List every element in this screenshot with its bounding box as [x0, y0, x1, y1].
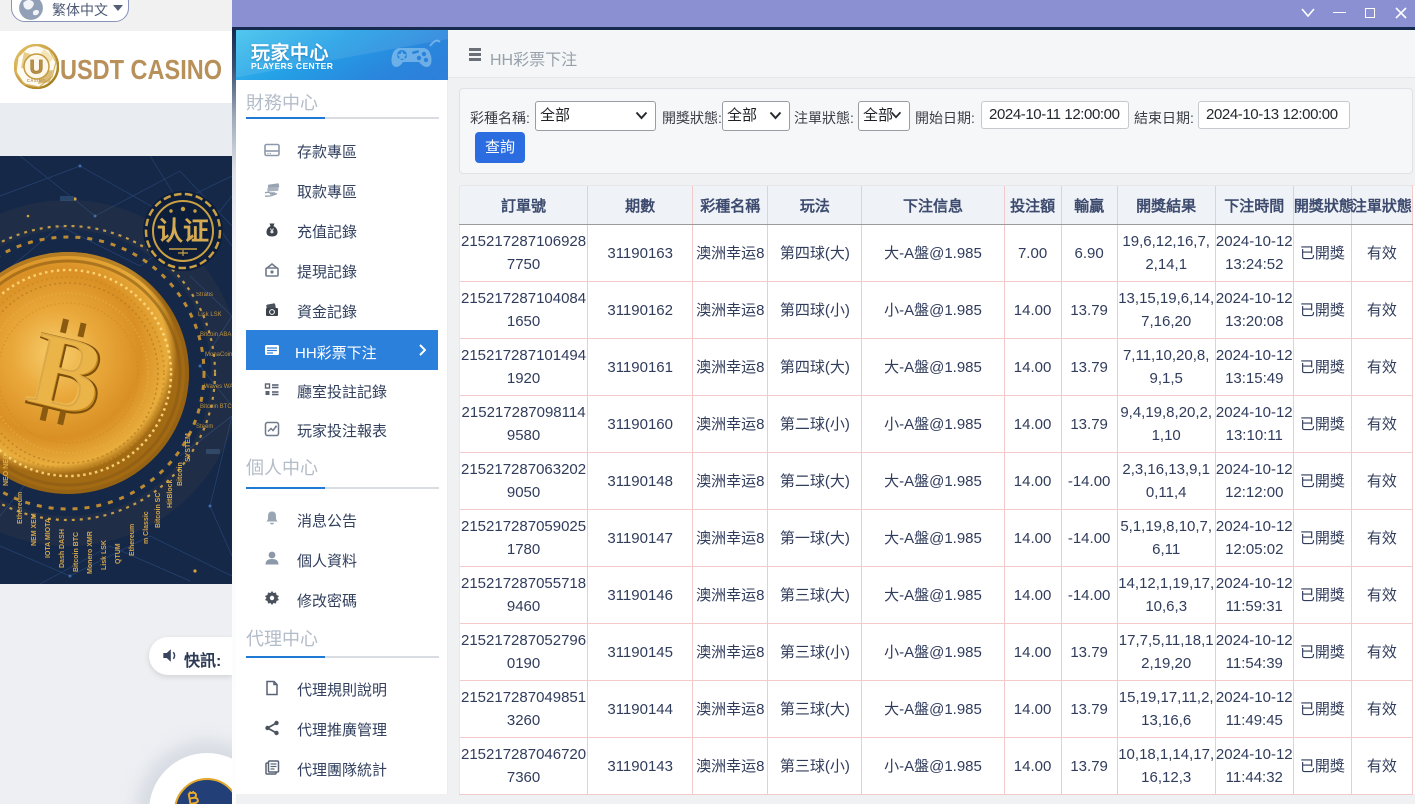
svg-text:MonaCoin: MonaCoin [205, 352, 232, 358]
svg-text:Ethereum: Ethereum [129, 524, 136, 556]
svg-text:Lisk LSK: Lisk LSK [198, 312, 222, 318]
svg-text:Dash DASH: Dash DASH [59, 529, 66, 568]
svg-text:Stratis: Stratis [196, 292, 213, 298]
svg-text:认证: 认证 [157, 216, 209, 246]
svg-text:NEO NEO: NEO NEO [3, 453, 10, 486]
svg-text:Bitcoin SC: Bitcoin SC [155, 493, 162, 528]
svg-text:Bitcoin: Bitcoin [177, 462, 184, 486]
svg-text:Monero XMR: Monero XMR [87, 531, 94, 574]
svg-text:Waves WAVES: Waves WAVES [204, 384, 232, 390]
svg-text:IOTA MIOTA: IOTA MIOTA [45, 518, 52, 558]
svg-text:CASINO: CASINO [27, 78, 47, 83]
svg-text:¥: ¥ [270, 229, 274, 236]
svg-text:Bitcoin BTC: Bitcoin BTC [73, 532, 80, 572]
svg-text:SYSTEM: SYSTEM [185, 433, 192, 462]
svg-text:Bitcoin BTC: Bitcoin BTC [200, 404, 232, 410]
svg-text:Lisk LSK: Lisk LSK [101, 540, 108, 570]
svg-text:NEM XEM: NEM XEM [31, 513, 38, 546]
svg-text:Ethereum: Ethereum [17, 492, 24, 524]
svg-text:U: U [30, 58, 44, 79]
svg-text:m Classic: m Classic [143, 511, 150, 544]
svg-text:Bitcoin ABA: Bitcoin ABA [200, 332, 231, 338]
svg-text:HitBlock: HitBlock [167, 480, 174, 509]
svg-text:QTUM: QTUM [115, 543, 122, 564]
svg-text:Steem: Steem [196, 424, 213, 430]
